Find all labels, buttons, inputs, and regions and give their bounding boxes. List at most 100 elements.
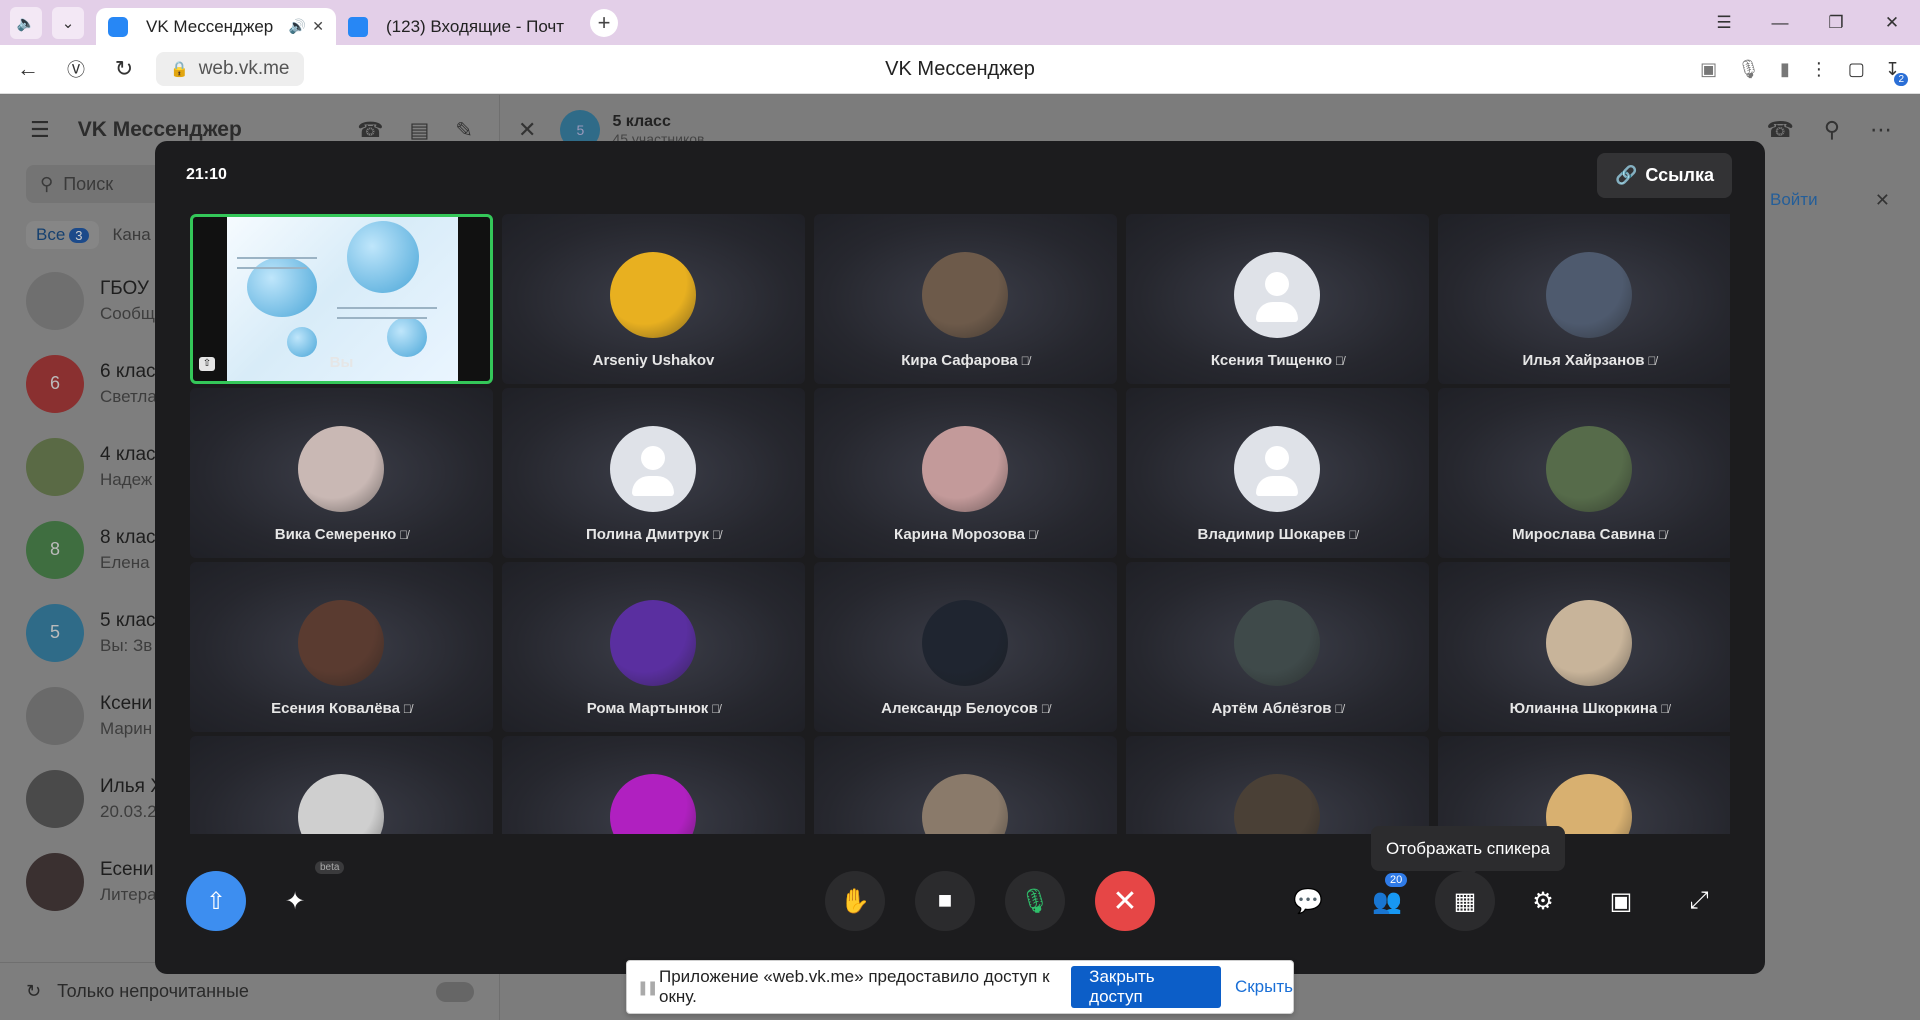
participant-tile[interactable]: Полина Дмитрук 🎙̸ [502,388,805,558]
chat-preview: Светла [100,386,157,406]
filter-all-tab[interactable]: Все 3 [26,221,99,249]
chat-button[interactable]: 💬 [1278,871,1338,931]
mic-permission-icon[interactable]: 🎙 [1737,59,1760,80]
stop-sharing-button[interactable]: Закрыть доступ [1071,966,1221,1008]
call-icon[interactable]: ☎ [1766,117,1793,143]
camera-permission-icon[interactable]: ▣ [1700,59,1717,80]
compose-icon[interactable]: ✎ [455,118,473,143]
conversation-more-icon[interactable]: ⋯ [1870,117,1892,143]
group-title[interactable]: 5 класс [612,113,704,131]
participants-grid: ⇧ Вы Arseniy Ushakov Кира Сафарова 🎙̸ Ксения … [190,214,1730,834]
chat-name: Илья Х [100,775,163,797]
participant-tile[interactable]: Карина Морозова 🎙̸ [814,388,1117,558]
tab-mail[interactable]: (123) Входящие - Почта Mail [336,8,576,45]
participant-tile[interactable] [502,736,805,834]
mic-muted-icon: 🎙̸ [1657,528,1667,542]
browser-menu-icon[interactable]: ☰ [1696,13,1752,33]
lock-icon[interactable]: 🔒 [170,60,189,78]
picture-in-picture-icon: ▣ [1609,887,1633,915]
participant-tile[interactable]: Илья Хайрзанов 🎙̸ [1438,214,1730,384]
participant-avatar [1546,252,1632,338]
participant-tile[interactable] [814,736,1117,834]
url-field[interactable]: 🔒 web.vk.me [156,52,304,86]
microphone-icon: 🎙 [1019,887,1051,915]
chat-preview: 20.03.2 [100,801,157,821]
participant-tile[interactable]: Кира Сафарова 🎙̸ [814,214,1117,384]
raise-hand-button[interactable]: ✋ [825,871,885,931]
participant-tile[interactable] [190,736,493,834]
camera-button[interactable]: ■ [915,871,975,931]
yandex-icon[interactable]: Ⓥ [56,56,96,82]
new-tab-button[interactable]: + [590,8,618,37]
layout-speaker-button[interactable]: ▦ [1435,871,1495,931]
downloads-count-badge: 2 [1894,72,1908,86]
archive-icon[interactable]: ▤ [410,118,430,143]
self-video-tile[interactable]: ⇧ Вы [190,214,493,384]
participant-tile[interactable]: Вика Семеренко 🎙̸ [190,388,493,558]
mic-muted-icon: 🎙̸ [1040,702,1050,716]
close-conversation-icon[interactable]: ✕ [518,117,536,143]
participant-tile[interactable] [1126,736,1429,834]
participant-avatar [922,426,1008,512]
minimize-call-button[interactable]: ▣ [1591,871,1651,931]
call-toolbar: ⇧ ✦ beta ✋ ■ 🎙 ✕ 💬 👥 20 ▦ ⚙ ▣ ⤢ [155,861,1765,941]
close-window-icon[interactable]: ✕ [1864,13,1920,33]
screen-share-button[interactable]: ⇧ [186,871,246,931]
call-add-icon[interactable]: ☎ [357,118,383,143]
participants-icon: 👥 [1372,887,1402,915]
conversation-search-icon[interactable]: ⚲ [1824,117,1840,143]
mic-muted-icon: 🎙̸ [711,702,721,716]
chat-avatar [26,686,84,745]
chat-preview: Вы: Зв [100,635,153,655]
search-placeholder: Поиск [63,173,114,194]
effects-button[interactable]: ✦ [265,871,325,931]
extensions-icon[interactable]: ▢ [1848,59,1865,80]
participant-tile[interactable]: Arseniy Ushakov [502,214,805,384]
participant-tile[interactable]: Владимир Шокарев 🎙̸ [1126,388,1429,558]
mic-muted-icon: 🎙̸ [1334,702,1344,716]
reload-icon[interactable]: ↻ [104,56,144,82]
participant-avatar [610,426,696,512]
join-call-button[interactable]: Войти [1770,190,1818,210]
join-close-icon[interactable]: ✕ [1875,190,1890,211]
back-icon[interactable]: ← [8,56,48,82]
mic-muted-icon: 🎙̸ [1028,528,1038,542]
tab-audio-icon[interactable]: 🔈 [10,6,42,39]
tab-title: VK Мессенджер [146,16,274,36]
share-notice-message: Приложение «web.vk.me» предоставило дост… [659,967,1050,1006]
participant-avatar [1546,774,1632,834]
participant-tile[interactable]: Рома Мартынюк 🎙̸ [502,562,805,732]
microphone-button[interactable]: 🎙 [1005,871,1065,931]
tab-vk-messenger[interactable]: VK Мессенджер 🔊 ✕ [96,8,336,45]
minimize-icon[interactable]: — [1752,13,1808,33]
participant-tile[interactable]: Александр Белоусов 🎙̸ [814,562,1117,732]
chat-preview: Елена [100,552,150,572]
unread-toggle[interactable] [436,981,474,1002]
menu-icon[interactable]: ☰ [30,117,50,143]
chat-name: 6 клас [100,360,156,382]
bookmark-icon[interactable]: ▮ [1780,59,1790,80]
filter-channels-tab[interactable]: Кана [113,225,151,245]
hide-notice-link[interactable]: Скрыть [1235,977,1293,997]
participant-tile[interactable]: Мирослава Савина 🎙̸ [1438,388,1730,558]
participant-tile[interactable]: Есения Ковалёва 🎙̸ [190,562,493,732]
tab-sound-icon[interactable]: 🔊 [289,18,306,35]
end-call-button[interactable]: ✕ [1095,871,1155,931]
participant-tile[interactable]: Артём Аблёзгов 🎙̸ [1126,562,1429,732]
participant-avatar [1234,600,1320,686]
tab-close-icon[interactable]: ✕ [312,18,324,35]
more-icon[interactable]: ⋮ [1810,59,1828,80]
restore-icon[interactable]: ❐ [1808,13,1864,33]
call-link-button[interactable]: 🔗 Ссылка [1596,153,1732,198]
beta-badge: beta [315,861,345,874]
drag-handle-icon[interactable]: ❚❚ [637,979,658,996]
participant-tile[interactable]: Ксения Тищенко 🎙̸ [1126,214,1429,384]
participant-tile[interactable] [1438,736,1730,834]
fullscreen-button[interactable]: ⤢ [1669,871,1729,931]
participant-tile[interactable]: Юлианна Шкоркина 🎙̸ [1438,562,1730,732]
participant-name: Карина Морозова 🎙̸ [893,526,1038,543]
settings-button[interactable]: ⚙ [1513,871,1573,931]
tabs-dropdown-icon[interactable]: ⌄ [52,6,84,39]
downloads-icon[interactable]: ↧ 2 [1885,59,1908,86]
participant-avatar [610,600,696,686]
